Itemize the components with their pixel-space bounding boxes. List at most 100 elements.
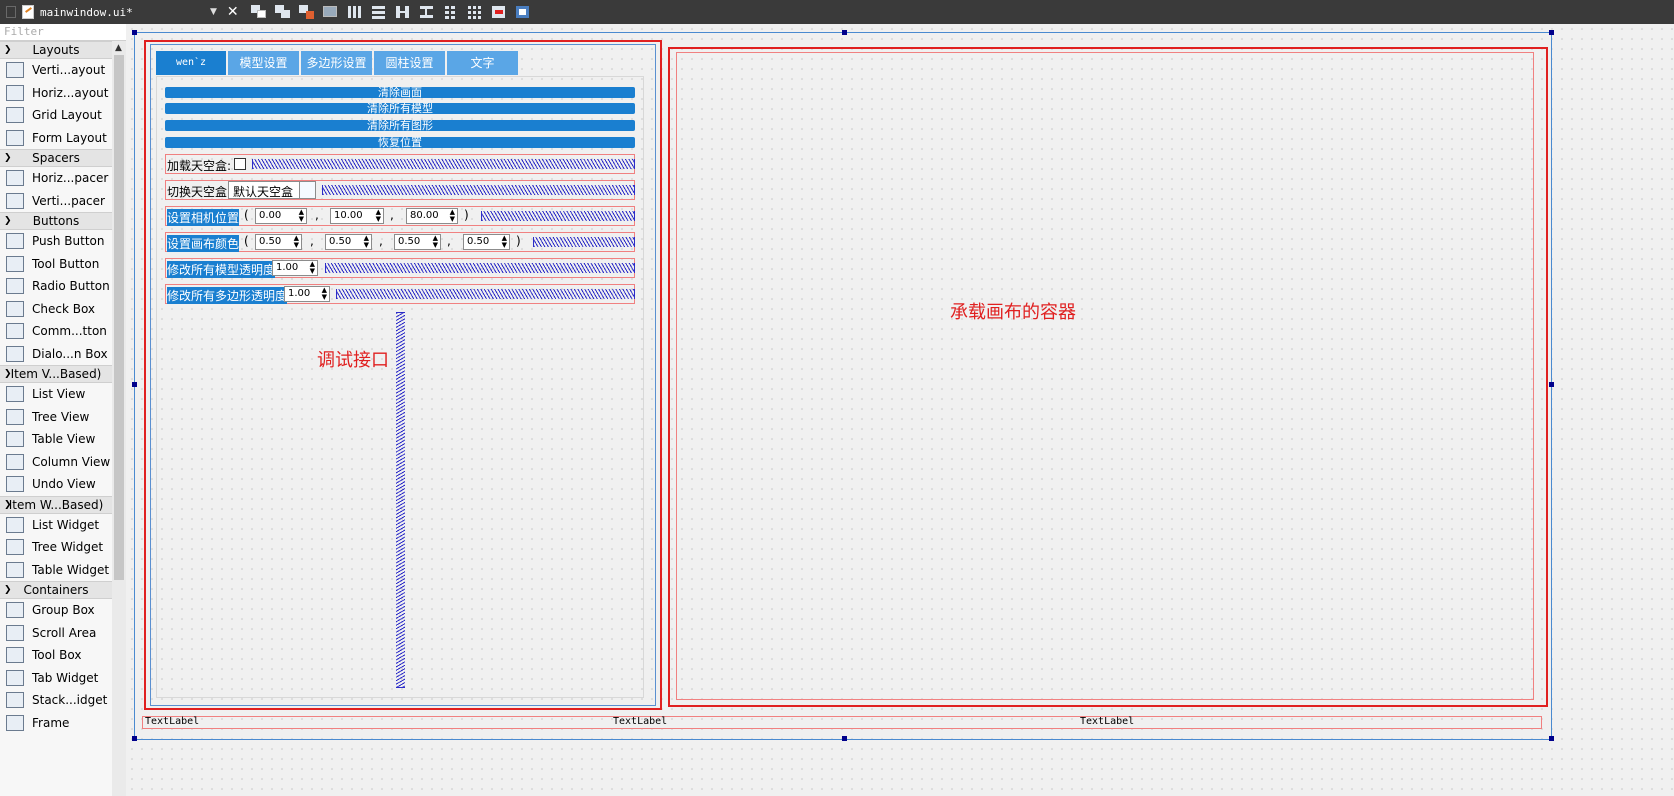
column-view-icon xyxy=(6,453,24,470)
spin-arrows-icon[interactable]: ▲ ▼ xyxy=(364,235,369,249)
widget-dialog-button-box[interactable]: Dialo...n Box xyxy=(0,343,112,366)
clear-all-shapes-button[interactable]: 清除所有图形 xyxy=(165,120,635,131)
edit-widgets-icon[interactable] xyxy=(250,4,268,20)
widget-stacked-widget[interactable]: Stack...idget xyxy=(0,689,112,712)
layout-horizontal-icon[interactable] xyxy=(346,4,364,20)
filter-input[interactable]: Filter xyxy=(0,24,126,41)
widget-tree-view[interactable]: Tree View xyxy=(0,406,112,429)
resize-handle[interactable] xyxy=(132,382,137,387)
widget-table-view[interactable]: Table View xyxy=(0,428,112,451)
spin-arrows-icon[interactable]: ▲ ▼ xyxy=(450,209,455,223)
push-button-icon xyxy=(6,233,24,250)
spin-arrows-icon[interactable]: ▲ ▼ xyxy=(433,235,438,249)
horizontal-spacer xyxy=(252,159,635,169)
widget-tree-widget[interactable]: Tree Widget xyxy=(0,536,112,559)
widget-command-link-button[interactable]: Comm...tton xyxy=(0,320,112,343)
widget-push-button[interactable]: Push Button xyxy=(0,230,112,253)
adjust-size-icon[interactable] xyxy=(514,4,532,20)
widget-list-widget[interactable]: List Widget xyxy=(0,514,112,537)
spin-arrows-icon[interactable]: ▲ ▼ xyxy=(299,209,304,223)
edit-signals-icon[interactable] xyxy=(274,4,292,20)
widget-scroll-area[interactable]: Scroll Area xyxy=(0,622,112,645)
widget-radio-button[interactable]: Radio Button xyxy=(0,275,112,298)
widget-horizontal-layout[interactable]: Horiz...ayout xyxy=(0,82,112,105)
layout-vertical-icon[interactable] xyxy=(370,4,388,20)
tab-wenz[interactable]: wen`z xyxy=(156,51,226,75)
tab-cylinder-settings[interactable]: 圆柱设置 xyxy=(374,51,445,75)
clear-screen-button[interactable]: 清除画面 xyxy=(165,87,635,98)
spin-arrows-icon[interactable]: ▲ ▼ xyxy=(502,235,507,249)
layout-grid-icon[interactable] xyxy=(466,4,484,20)
widget-group-box[interactable]: Group Box xyxy=(0,599,112,622)
file-name[interactable]: mainwindow.ui* xyxy=(40,6,208,19)
edit-buddies-icon[interactable] xyxy=(298,4,316,20)
edit-tab-order-icon[interactable] xyxy=(322,4,340,20)
tab-text[interactable]: 文字 xyxy=(447,51,518,75)
category-layouts[interactable]: ❯ Layouts xyxy=(0,41,112,59)
separator: , xyxy=(390,208,394,222)
camera-x-spinbox[interactable]: 0.00 ▲ ▼ xyxy=(255,208,307,224)
layout-splitter-h-icon[interactable] xyxy=(394,4,412,20)
layout-form-icon[interactable] xyxy=(442,4,460,20)
model-opacity-spinbox[interactable]: 1.00 ▲ ▼ xyxy=(272,260,318,276)
widget-check-box[interactable]: Check Box xyxy=(0,298,112,321)
polygon-opacity-spinbox[interactable]: 1.00 ▲ ▼ xyxy=(284,286,330,302)
resize-handle[interactable] xyxy=(1549,382,1554,387)
reset-position-button[interactable]: 恢复位置 xyxy=(165,137,635,148)
command-link-icon xyxy=(6,323,24,340)
form-layout-icon xyxy=(6,129,24,146)
tab-model-settings[interactable]: 模型设置 xyxy=(228,51,299,75)
widget-tool-button[interactable]: Tool Button xyxy=(0,253,112,276)
spin-arrows-icon[interactable]: ▲ ▼ xyxy=(310,261,315,275)
close-icon[interactable]: ✕ xyxy=(227,4,239,20)
camera-z-spinbox[interactable]: 80.00 ▲ ▼ xyxy=(406,208,458,224)
tab-polygon-settings[interactable]: 多边形设置 xyxy=(301,51,372,75)
scrollbar-thumb[interactable] xyxy=(114,55,124,580)
widget-table-widget[interactable]: Table Widget xyxy=(0,559,112,582)
canvas-color-row: 设置画布颜色 ( 0.50 ▲ ▼ , 0.50 ▲ ▼ , 0.50 ▲ ▼ , 0.50… xyxy=(165,232,635,252)
resize-handle[interactable] xyxy=(842,736,847,741)
category-buttons[interactable]: ❯ Buttons xyxy=(0,212,112,230)
widget-box-scrollbar[interactable]: ▲ xyxy=(112,41,126,796)
widget-horizontal-spacer[interactable]: Horiz...pacer xyxy=(0,167,112,190)
skybox-load-checkbox[interactable] xyxy=(234,158,246,170)
scroll-up-icon[interactable]: ▲ xyxy=(115,43,122,53)
resize-handle[interactable] xyxy=(1549,30,1554,35)
color-b-spinbox[interactable]: 0.50 ▲ ▼ xyxy=(394,234,441,250)
widget-grid-layout[interactable]: Grid Layout xyxy=(0,104,112,127)
chevron-down-icon[interactable] xyxy=(299,182,315,198)
category-item-widgets[interactable]: ❯ Item W...Based) xyxy=(0,495,112,514)
category-item-views[interactable]: ❯ Item V...Based) xyxy=(0,365,112,383)
layout-splitter-v-icon[interactable] xyxy=(418,4,436,20)
spin-arrows-icon[interactable]: ▲ ▼ xyxy=(322,287,327,301)
resize-handle[interactable] xyxy=(132,30,137,35)
horizontal-spacer-icon xyxy=(6,170,24,187)
category-containers[interactable]: ❯ Containers xyxy=(0,581,112,599)
spin-arrows-icon[interactable]: ▲ ▼ xyxy=(376,209,381,223)
widget-column-view[interactable]: Column View xyxy=(0,451,112,474)
file-dropdown-icon[interactable]: ▼ xyxy=(210,7,217,17)
widget-vertical-layout[interactable]: Verti...ayout xyxy=(0,59,112,82)
widget-tool-box[interactable]: Tool Box xyxy=(0,644,112,667)
widget-list-view[interactable]: List View xyxy=(0,383,112,406)
resize-handle[interactable] xyxy=(842,30,847,35)
text-label-3: TextLabel xyxy=(1080,716,1135,727)
color-a-spinbox[interactable]: 0.50 ▲ ▼ xyxy=(463,234,510,250)
widget-form-layout[interactable]: Form Layout xyxy=(0,127,112,150)
resize-handle[interactable] xyxy=(132,736,137,741)
camera-y-spinbox[interactable]: 10.00 ▲ ▼ xyxy=(330,208,384,224)
widget-tab-widget[interactable]: Tab Widget xyxy=(0,667,112,690)
widget-undo-view[interactable]: Undo View xyxy=(0,473,112,496)
category-spacers[interactable]: ❯ Spacers xyxy=(0,149,112,167)
horizontal-spacer xyxy=(325,263,635,273)
widget-vertical-spacer[interactable]: Verti...pacer xyxy=(0,190,112,213)
canvas-container[interactable] xyxy=(676,52,1534,700)
widget-frame[interactable]: Frame xyxy=(0,712,112,735)
color-r-spinbox[interactable]: 0.50 ▲ ▼ xyxy=(255,234,302,250)
break-layout-icon[interactable] xyxy=(490,4,508,20)
color-g-spinbox[interactable]: 0.50 ▲ ▼ xyxy=(325,234,372,250)
spin-arrows-icon[interactable]: ▲ ▼ xyxy=(294,235,299,249)
resize-handle[interactable] xyxy=(1549,736,1554,741)
clear-all-models-button[interactable]: 清除所有模型 xyxy=(165,103,635,114)
skybox-select[interactable]: 默认天空盒 xyxy=(228,181,316,199)
